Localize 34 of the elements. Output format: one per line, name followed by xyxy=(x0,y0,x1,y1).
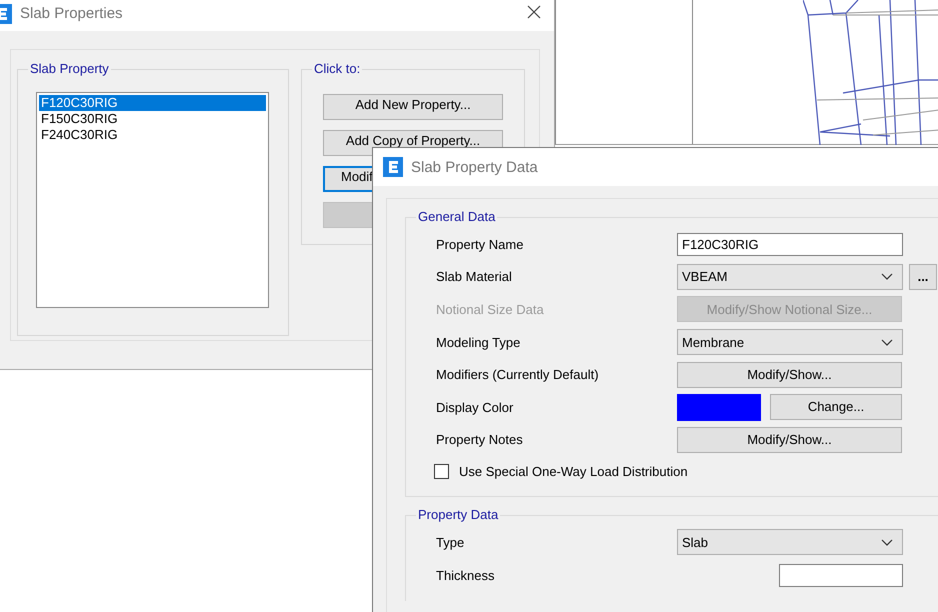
list-item[interactable]: F120C30RIG xyxy=(39,95,266,111)
dropdown[interactable]: VBEAM xyxy=(677,264,903,290)
close-icon[interactable] xyxy=(527,5,541,19)
list-item[interactable]: F150C30RIG xyxy=(39,111,266,127)
checkbox-label: Use Special One-Way Load Distribution xyxy=(459,464,688,479)
window-title: Slab Property Data xyxy=(411,158,538,176)
field-label: Property Name xyxy=(436,236,524,252)
field-label: Type xyxy=(436,534,466,550)
chevron-down-icon xyxy=(881,338,893,346)
field-label: Slab Material xyxy=(436,269,513,284)
modify-show-button[interactable]: Modify/Show... xyxy=(677,362,902,388)
change-button[interactable]: Change... xyxy=(770,394,902,420)
dropdown[interactable]: Membrane xyxy=(677,329,903,356)
group-title: Slab Property xyxy=(28,61,111,77)
property-listbox[interactable]: F120C30RIG F150C30RIG F240C30RIG xyxy=(36,92,269,308)
modify-show-button[interactable]: Modify/Show... xyxy=(677,426,902,453)
text-field[interactable] xyxy=(779,564,903,587)
field-label: Notional Size Data xyxy=(436,302,545,317)
list-item[interactable]: F240C30RIG xyxy=(39,127,266,143)
field-label: Thickness xyxy=(436,568,496,583)
dropdown[interactable]: Slab xyxy=(677,529,903,556)
checkbox[interactable] xyxy=(434,464,449,479)
group-title: Property Data xyxy=(416,507,500,524)
chevron-down-icon xyxy=(881,538,893,546)
window-title: Slab Properties xyxy=(20,5,123,22)
field-label: Modeling Type xyxy=(436,334,522,350)
text-field[interactable]: F120C30RIG xyxy=(677,232,903,256)
app-logo-icon xyxy=(383,157,403,177)
chevron-down-icon xyxy=(881,273,893,280)
action-button[interactable]: Add New Property... xyxy=(323,94,503,120)
field-label: Modifiers (Currently Default) xyxy=(436,367,600,382)
browse-button[interactable]: ... xyxy=(909,264,937,290)
field-label: Display Color xyxy=(436,400,514,415)
field-label: Property Notes xyxy=(436,432,524,448)
